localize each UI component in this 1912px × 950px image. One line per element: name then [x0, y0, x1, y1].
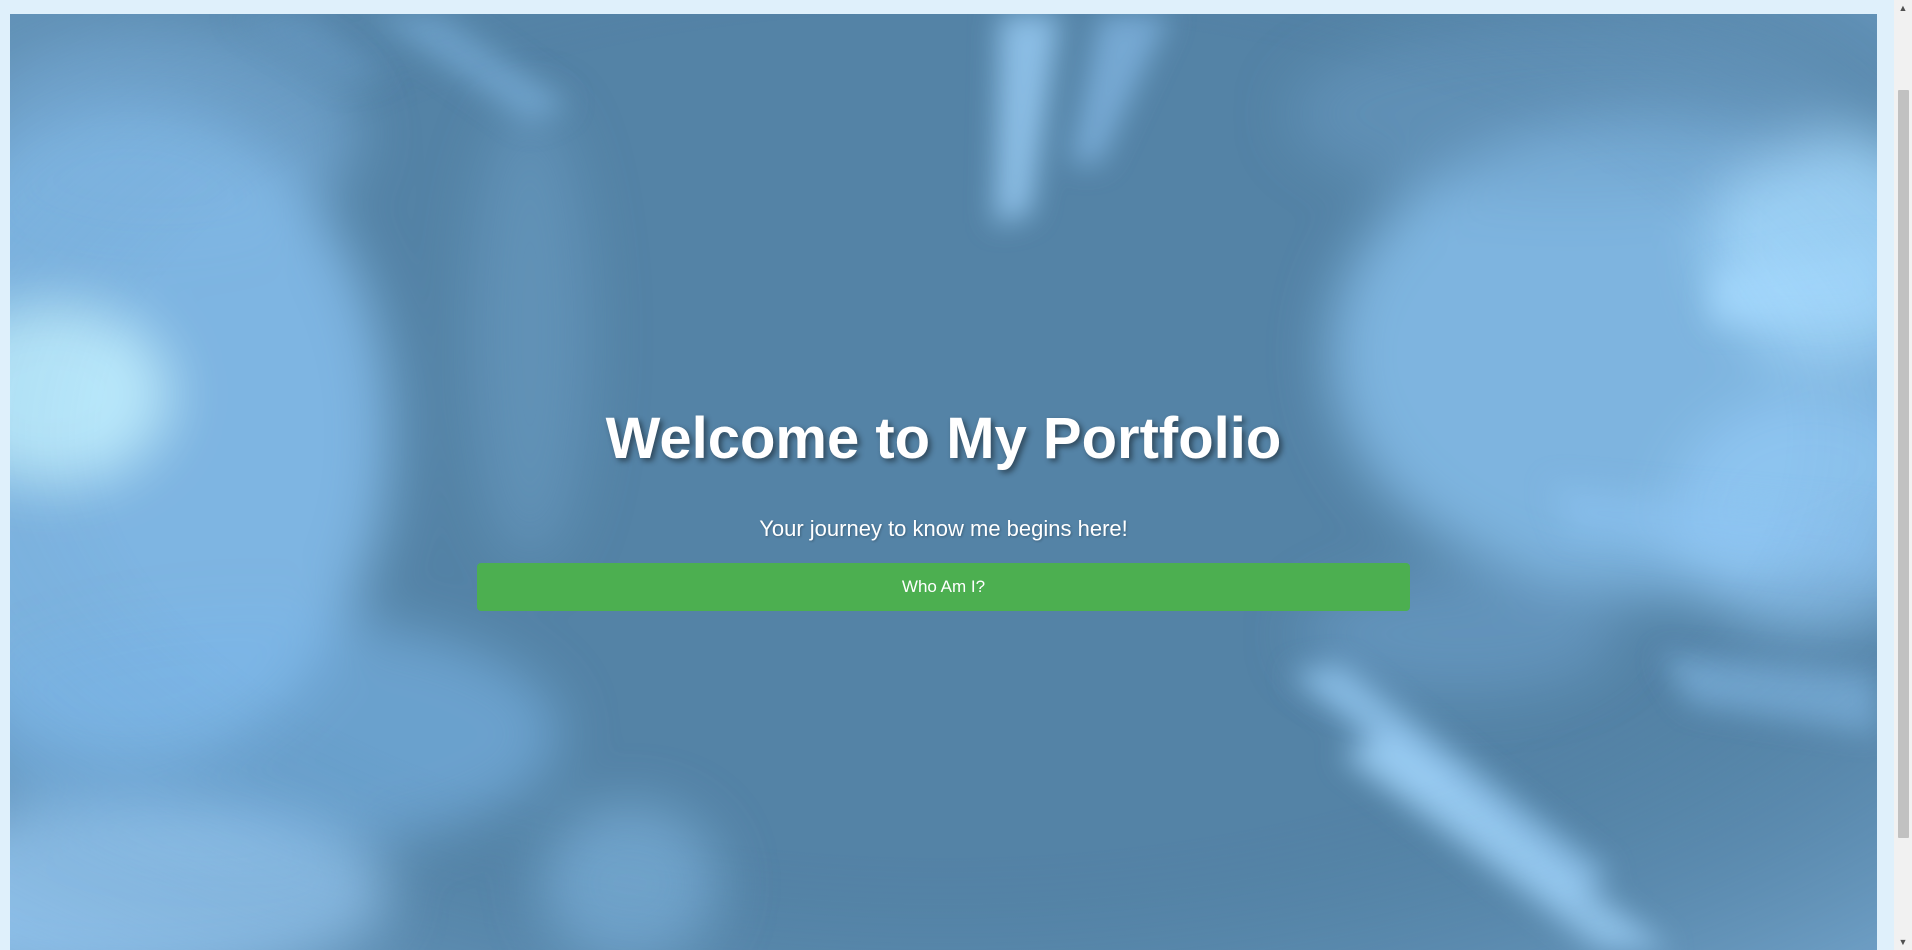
hero-title: Welcome to My Portfolio [605, 406, 1282, 471]
scrollbar-thumb[interactable] [1898, 90, 1909, 838]
who-am-i-button[interactable]: Who Am I? [477, 563, 1410, 611]
page: Welcome to My Portfolio Your journey to … [0, 0, 1912, 950]
chevron-up-icon[interactable]: ▲ [1894, 0, 1912, 16]
hero-content: Welcome to My Portfolio Your journey to … [477, 404, 1410, 611]
hero-subtitle: Your journey to know me begins here! [759, 516, 1128, 541]
vertical-scrollbar[interactable]: ▲ ▼ [1894, 0, 1912, 950]
hero-section: Welcome to My Portfolio Your journey to … [10, 14, 1877, 950]
chevron-down-icon[interactable]: ▼ [1894, 934, 1912, 950]
